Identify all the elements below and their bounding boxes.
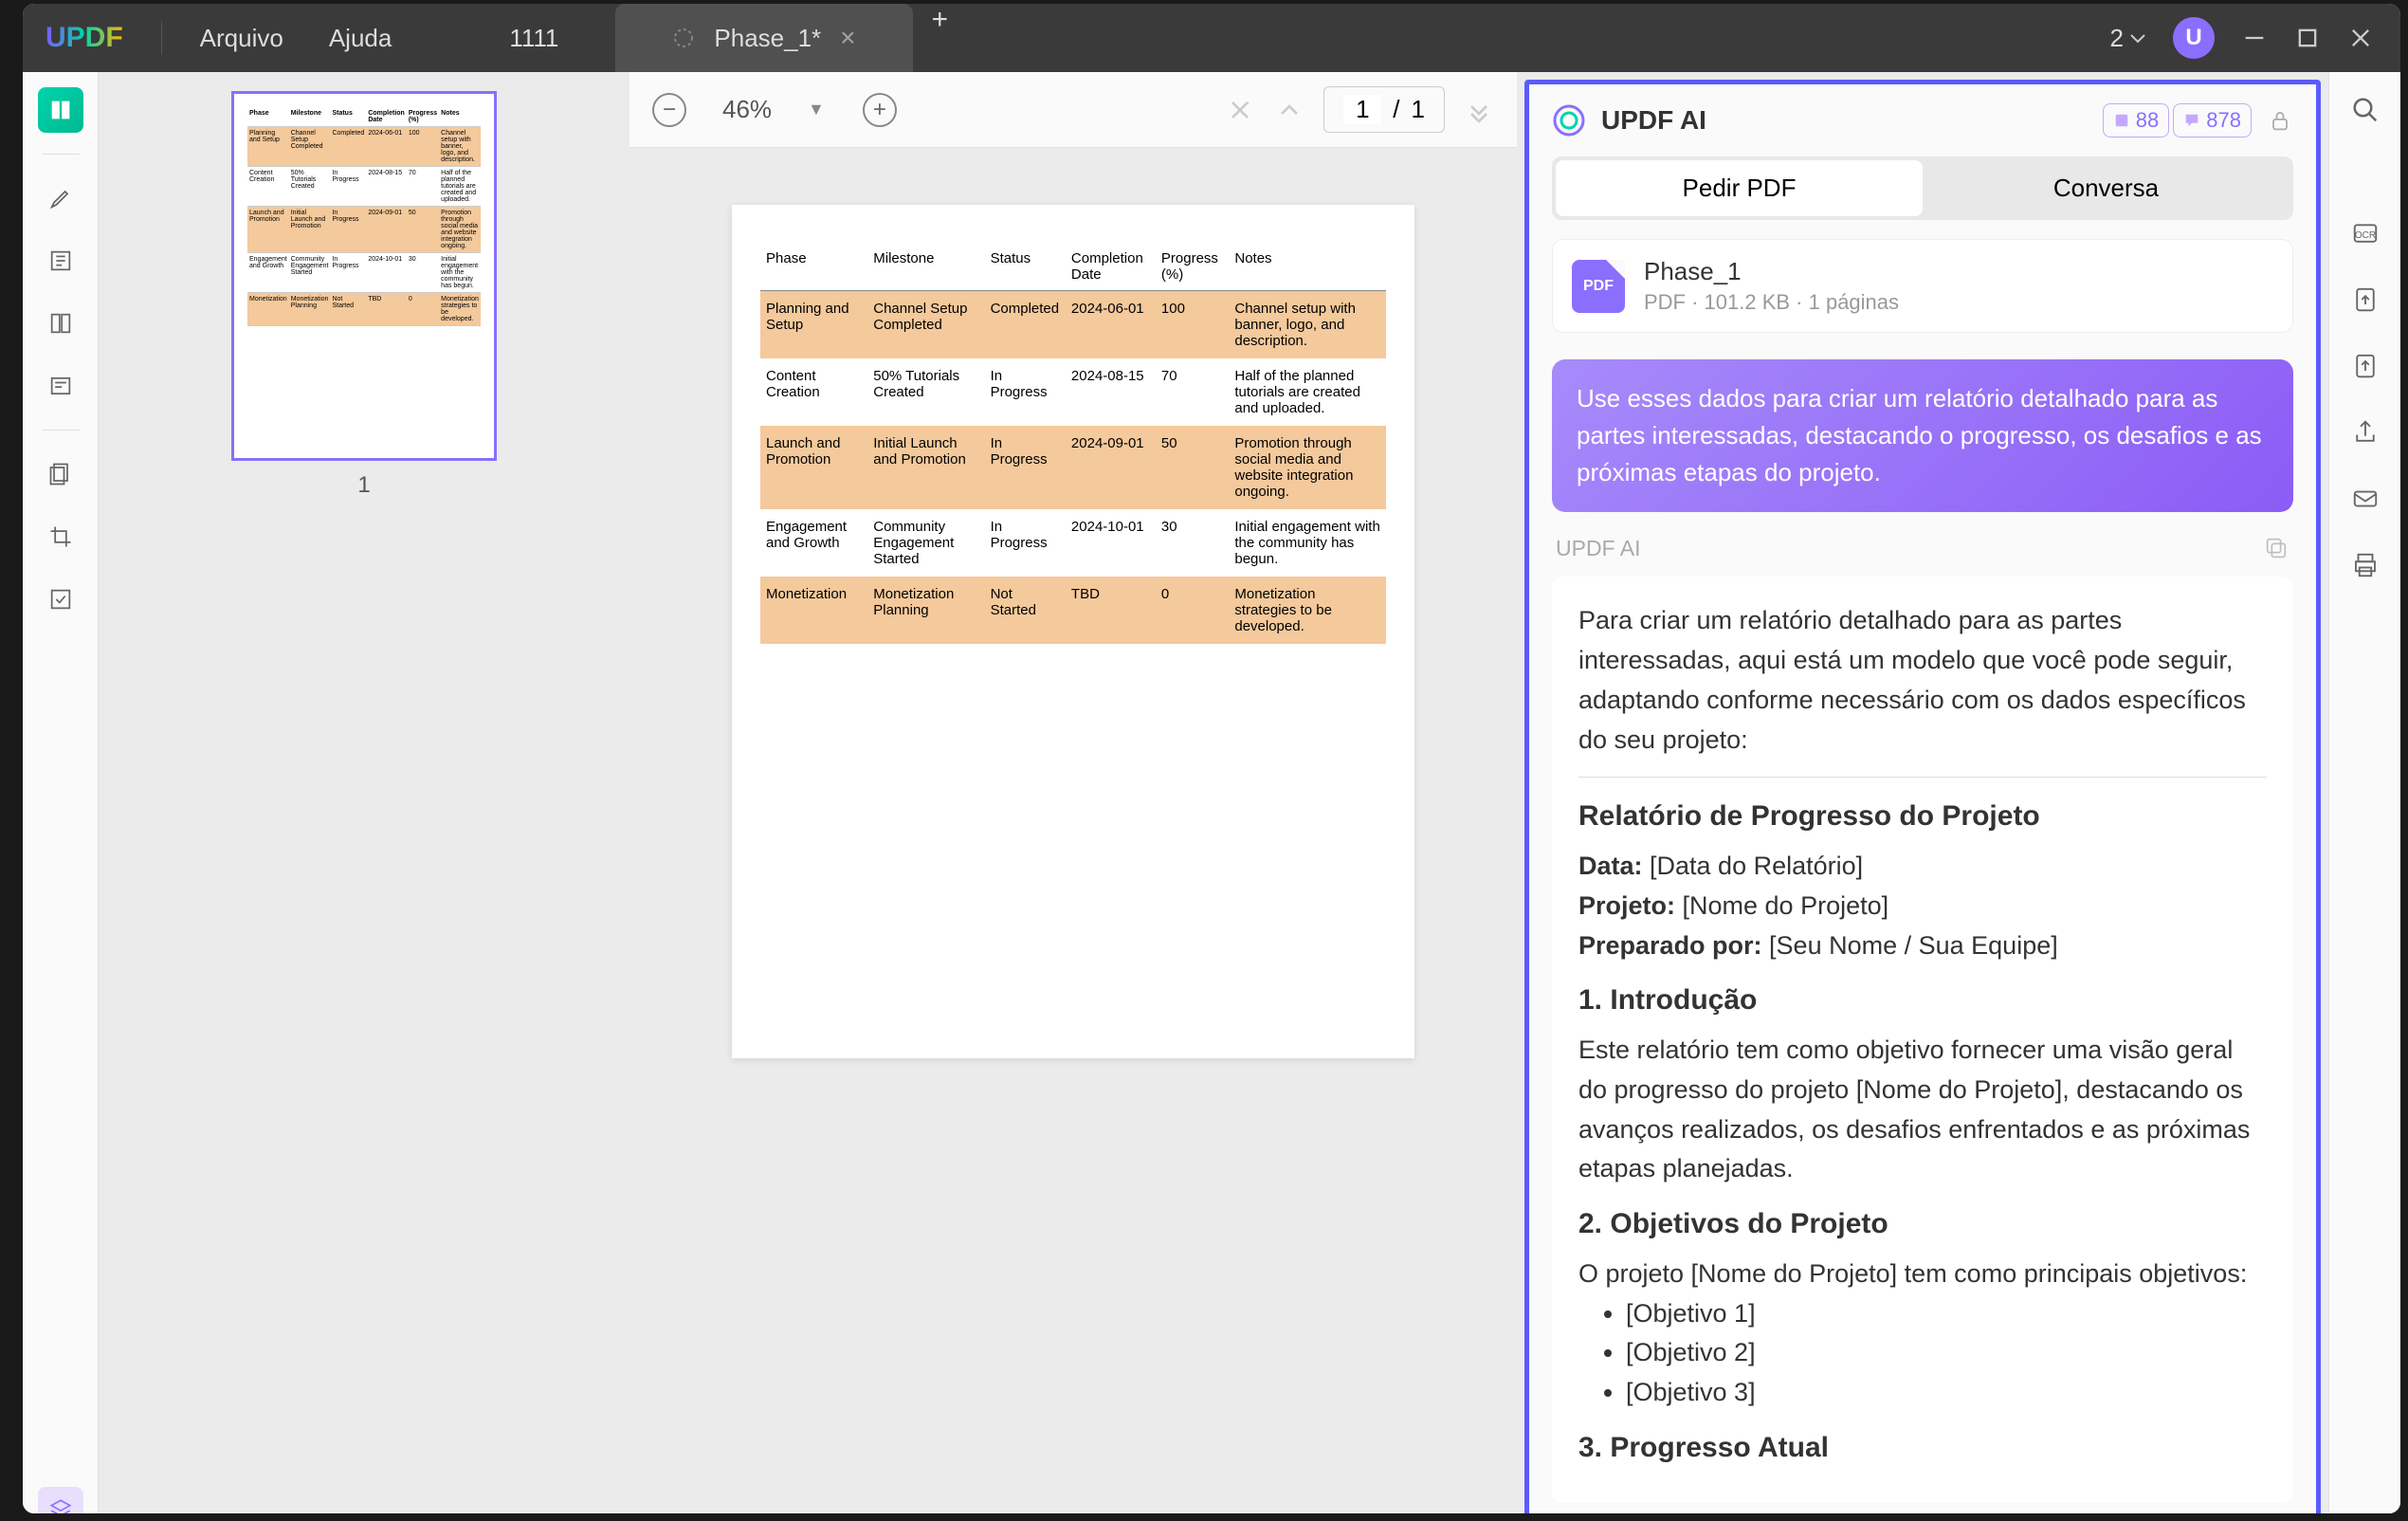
zoom-value: 46% <box>705 95 789 124</box>
separator <box>42 430 80 431</box>
pdf-file-icon: PDF <box>1572 260 1625 313</box>
window-controls: 2 U <box>2110 17 2400 59</box>
document-area[interactable]: PhaseMilestoneStatusCompletion DateProgr… <box>629 148 1517 1513</box>
prev-page-icon[interactable] <box>1274 95 1304 125</box>
file-name: Phase_1 <box>1644 257 1899 286</box>
pdf-page: PhaseMilestoneStatusCompletion DateProgr… <box>732 205 1414 1058</box>
tab-title: Phase_1* <box>714 24 821 53</box>
close-icon[interactable]: × <box>840 23 855 53</box>
page-thumbnail[interactable]: PhaseMilestoneStatusCompletion DateProgr… <box>231 91 497 461</box>
maximize-icon[interactable] <box>2294 25 2321 51</box>
credits-badge-1[interactable]: 88 <box>2103 103 2169 137</box>
tab-phase1[interactable]: Phase_1* × <box>615 4 912 72</box>
tab-1111[interactable]: 1111 <box>452 4 615 72</box>
titlebar: UPDF Arquivo Ajuda 1111 Phase_1* × + 2 U <box>23 4 2400 72</box>
ai-header: UPDF AI 88 878 <box>1529 84 2316 156</box>
credits-badge-2[interactable]: 878 <box>2173 103 2252 137</box>
share-button[interactable] <box>2346 413 2384 451</box>
tab-ask-pdf[interactable]: Pedir PDF <box>1556 160 1923 216</box>
lock-icon[interactable] <box>2267 107 2293 134</box>
add-tab-button[interactable]: + <box>913 4 968 72</box>
next-page-icon[interactable] <box>1464 95 1494 125</box>
minimize-icon[interactable] <box>2241 25 2268 51</box>
ai-author-label: UPDF AI <box>1556 535 2289 561</box>
ai-panel: UPDF AI 88 878 Pedir PDF Conversa PDF Ph… <box>1524 80 2321 1513</box>
user-prompt: Use esses dados para criar um relatório … <box>1552 359 2293 512</box>
email-button[interactable] <box>2346 480 2384 518</box>
first-page-icon[interactable] <box>1225 95 1255 125</box>
separator <box>42 154 80 155</box>
highlight-tool[interactable] <box>38 175 83 221</box>
left-toolbar <box>23 72 99 1513</box>
pages-tool[interactable] <box>38 451 83 497</box>
app-body: PhaseMilestoneStatusCompletion DateProgr… <box>23 72 2400 1513</box>
file-card[interactable]: PDF Phase_1 PDF · 101.2 KB · 1 páginas <box>1552 239 2293 333</box>
compress-button[interactable] <box>2346 347 2384 385</box>
page-indicator: / 1 <box>1323 86 1445 133</box>
form-tool[interactable] <box>38 363 83 409</box>
ai-logo-icon <box>1552 103 1586 137</box>
svg-text:OCR: OCR <box>2354 230 2375 241</box>
app-logo: UPDF <box>46 22 123 54</box>
menu-help[interactable]: Ajuda <box>306 24 415 53</box>
tab-counter[interactable]: 2 <box>2110 24 2146 53</box>
avatar[interactable]: U <box>2173 17 2215 59</box>
page-separator: / <box>1393 95 1399 124</box>
menu-separator <box>161 21 162 55</box>
thumbnail-number: 1 <box>137 472 592 499</box>
menu-file[interactable]: Arquivo <box>177 24 306 53</box>
ai-title: UPDF AI <box>1601 105 1706 136</box>
crop-tool[interactable] <box>38 514 83 559</box>
thumbnail-panel: PhaseMilestoneStatusCompletion DateProgr… <box>99 72 629 1513</box>
zoom-out-button[interactable]: − <box>652 93 686 127</box>
close-window-icon[interactable] <box>2347 25 2374 51</box>
redact-tool[interactable] <box>38 577 83 622</box>
copy-icon[interactable] <box>2263 535 2289 561</box>
organize-tool[interactable] <box>38 301 83 346</box>
tab-title: 1111 <box>509 24 558 53</box>
search-button[interactable] <box>2346 91 2384 129</box>
reader-mode-button[interactable] <box>38 87 83 133</box>
zoom-dropdown[interactable]: ▼ <box>808 100 825 119</box>
print-button[interactable] <box>2346 546 2384 584</box>
current-page-input[interactable] <box>1343 95 1381 124</box>
app-window: UPDF Arquivo Ajuda 1111 Phase_1* × + 2 U <box>23 4 2400 1513</box>
ocr-button[interactable]: OCR <box>2346 214 2384 252</box>
total-pages: 1 <box>1412 95 1425 124</box>
ai-response: Para criar um relatório detalhado para a… <box>1552 577 2293 1503</box>
file-meta: PDF · 101.2 KB · 1 páginas <box>1644 290 1899 315</box>
main-view: − 46% ▼ + / 1 PhaseMilestoneStatusComple… <box>629 72 1517 1513</box>
right-toolbar: OCR <box>2328 72 2400 1513</box>
ai-mode-tabs: Pedir PDF Conversa <box>1552 156 2293 220</box>
document-table: PhaseMilestoneStatusCompletion DateProgr… <box>760 243 1386 644</box>
layers-button[interactable] <box>38 1487 83 1513</box>
document-tabs: 1111 Phase_1* × + <box>452 4 967 72</box>
tab-chat[interactable]: Conversa <box>1923 160 2289 216</box>
zoom-in-button[interactable]: + <box>863 93 897 127</box>
convert-button[interactable] <box>2346 281 2384 319</box>
unsaved-icon <box>672 27 695 49</box>
edit-text-tool[interactable] <box>38 238 83 284</box>
view-toolbar: − 46% ▼ + / 1 <box>629 72 1517 148</box>
